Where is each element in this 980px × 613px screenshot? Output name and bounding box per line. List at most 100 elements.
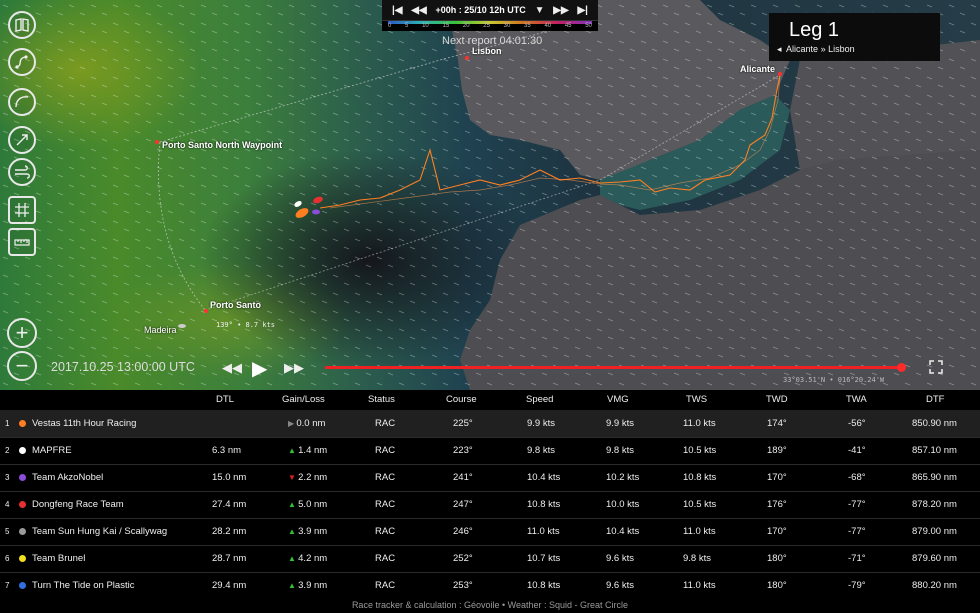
team-name[interactable]: MAPFRE <box>32 437 72 464</box>
zoom-out-button[interactable]: − <box>7 351 37 381</box>
twa-cell: -68° <box>848 472 866 483</box>
place-madeira: Madeira <box>144 325 177 335</box>
column-header[interactable]: VMG <box>607 390 629 410</box>
table-row[interactable]: 7 Turn The Tide on Plastic 29.4 nm ▲ 3.9 nm… <box>0 572 980 600</box>
speed-cell: 10.8 kts <box>527 580 561 591</box>
scale-tick: 25 <box>483 23 490 29</box>
column-header[interactable]: DTL <box>216 390 234 410</box>
row-rank: 7 <box>5 581 10 590</box>
column-header[interactable]: TWA <box>846 390 867 410</box>
wind-icon[interactable] <box>8 158 36 186</box>
table-row[interactable]: 4 Dongfeng Race Team 27.4 nm ▲ 5.0 nm RAC 247… <box>0 491 980 519</box>
course-cell: 241° <box>453 472 473 483</box>
alicante-marker <box>778 72 782 76</box>
gain-value: 3.9 nm <box>298 580 328 591</box>
tws-cell: 10.5 kts <box>683 499 717 510</box>
grid-icon[interactable] <box>8 196 36 224</box>
table-row[interactable]: 5 Team Sun Hung Kai / Scallywag 28.2 nm ▲ 3… <box>0 518 980 546</box>
row-rank: 3 <box>5 473 10 482</box>
fullscreen-icon[interactable] <box>929 360 943 374</box>
row-rank: 5 <box>5 527 10 536</box>
porto-santo-north-marker <box>155 140 159 144</box>
twa-cell: -79° <box>848 580 866 591</box>
table-row[interactable]: 2 MAPFRE 6.3 nm ▲ 1.4 nm RAC 223° 9.8 kts 9.8 k… <box>0 437 980 465</box>
speed-cell: 10.4 kts <box>527 472 561 483</box>
column-header[interactable]: Gain/Loss <box>282 390 325 410</box>
scale-tick: 0 <box>388 23 392 29</box>
gain-value: 1.4 nm <box>298 445 328 456</box>
last-forecast-button[interactable]: ▶| <box>577 5 588 16</box>
next-forecast-button[interactable]: ▶▶ <box>553 5 568 16</box>
leg-title: Leg 1 <box>789 19 840 41</box>
dtl-cell: 15.0 nm <box>212 472 247 483</box>
team-name[interactable]: Turn The Tide on Plastic <box>32 572 134 599</box>
team-name[interactable]: Team Brunel <box>32 545 85 572</box>
play-button[interactable]: ▶ <box>252 356 267 381</box>
team-name[interactable]: Team AkzoNobel <box>32 464 103 491</box>
leg-prev-icon[interactable]: ◂ <box>777 44 782 54</box>
twd-cell: 176° <box>767 499 787 510</box>
speed-cell: 9.8 kts <box>527 445 555 456</box>
course-cell: 223° <box>453 445 473 456</box>
dtl-cell: 29.4 nm <box>212 580 247 591</box>
timeline-handle[interactable] <box>897 363 906 372</box>
twd-cell: 189° <box>767 445 787 456</box>
gain-value: 2.2 nm <box>298 472 328 483</box>
compass-icon[interactable] <box>8 126 36 154</box>
team-color-dot <box>19 420 26 427</box>
forecast-dropdown-icon[interactable]: ▼ <box>535 5 545 16</box>
status-cell: RAC <box>375 418 396 429</box>
vmg-cell: 10.4 kts <box>606 526 640 537</box>
tws-cell: 11.0 kts <box>683 580 716 591</box>
great-circle-icon[interactable] <box>8 88 36 116</box>
scale-tick: 40 <box>544 23 552 29</box>
lisbon-marker <box>465 56 469 60</box>
twa-cell: -77° <box>848 526 866 537</box>
forecast-time-label[interactable]: +00h : 25/10 12h UTC <box>435 5 525 15</box>
scale-tick: 5 <box>405 23 409 29</box>
race-map[interactable]: + − |◀ ◀◀ +00h : 25/10 12h UTC ▼ ▶▶ ▶| 0… <box>0 0 980 390</box>
row-rank: 2 <box>5 446 10 455</box>
team-name[interactable]: Vestas 11th Hour Racing <box>32 410 136 437</box>
column-header[interactable]: Course <box>446 390 477 410</box>
table-row[interactable]: 6 Team Brunel 28.7 nm ▲ 4.2 nm RAC 252° 10.7 k… <box>0 545 980 573</box>
replay-timestamp: 2017.10.25 13:00:00 UTC <box>51 360 195 374</box>
table-row[interactable]: 3 Team AkzoNobel 15.0 nm ▼ 2.2 nm RAC 241° 10.… <box>0 464 980 492</box>
team-color-dot <box>19 447 26 454</box>
course-cell: 247° <box>453 499 473 510</box>
column-header[interactable]: Status <box>368 390 395 410</box>
tws-cell: 11.0 kts <box>683 418 716 429</box>
dtl-cell: 28.7 nm <box>212 553 247 564</box>
gain-value: 3.9 nm <box>298 526 328 537</box>
gain-value: 0.0 nm <box>296 418 326 429</box>
gain-loss-cell: ▲ 3.9 nm <box>288 572 327 599</box>
tws-cell: 10.8 kts <box>683 472 717 483</box>
twd-cell: 180° <box>767 580 787 591</box>
column-header[interactable]: TWD <box>766 390 788 410</box>
column-header[interactable]: TWS <box>686 390 707 410</box>
first-forecast-button[interactable]: |◀ <box>392 5 403 16</box>
fast-forward-button[interactable]: ▶▶ <box>284 360 304 376</box>
timeline-track[interactable] <box>325 366 901 369</box>
leg-route: ◂ Alicante » Lisbon <box>777 44 855 54</box>
twa-cell: -77° <box>848 499 866 510</box>
zoom-in-button[interactable]: + <box>7 318 37 348</box>
row-rank: 6 <box>5 554 10 563</box>
dtl-cell: 6.3 nm <box>212 445 242 456</box>
column-header[interactable]: Speed <box>526 390 553 410</box>
porto-santo-marker <box>204 309 208 313</box>
team-name[interactable]: Dongfeng Race Team <box>32 491 124 518</box>
prev-forecast-button[interactable]: ◀◀ <box>411 5 426 16</box>
route-icon[interactable] <box>8 48 36 76</box>
place-porto-santo-north: Porto Santo North Waypoint <box>162 140 283 150</box>
twa-cell: -56° <box>848 418 866 429</box>
map-book-icon[interactable] <box>8 11 36 39</box>
leg-panel[interactable]: Leg 1 ◂ Alicante » Lisbon <box>769 13 940 61</box>
team-name[interactable]: Team Sun Hung Kai / Scallywag <box>32 518 167 545</box>
ruler-icon[interactable] <box>8 228 36 256</box>
column-header[interactable]: DTF <box>926 390 944 410</box>
status-cell: RAC <box>375 526 396 537</box>
table-row[interactable]: 1 Vestas 11th Hour Racing ▶ 0.0 nm RAC 225° 9… <box>0 410 980 438</box>
rewind-button[interactable]: ◀◀ <box>222 360 242 376</box>
dtf-cell: 865.90 nm <box>912 472 957 483</box>
